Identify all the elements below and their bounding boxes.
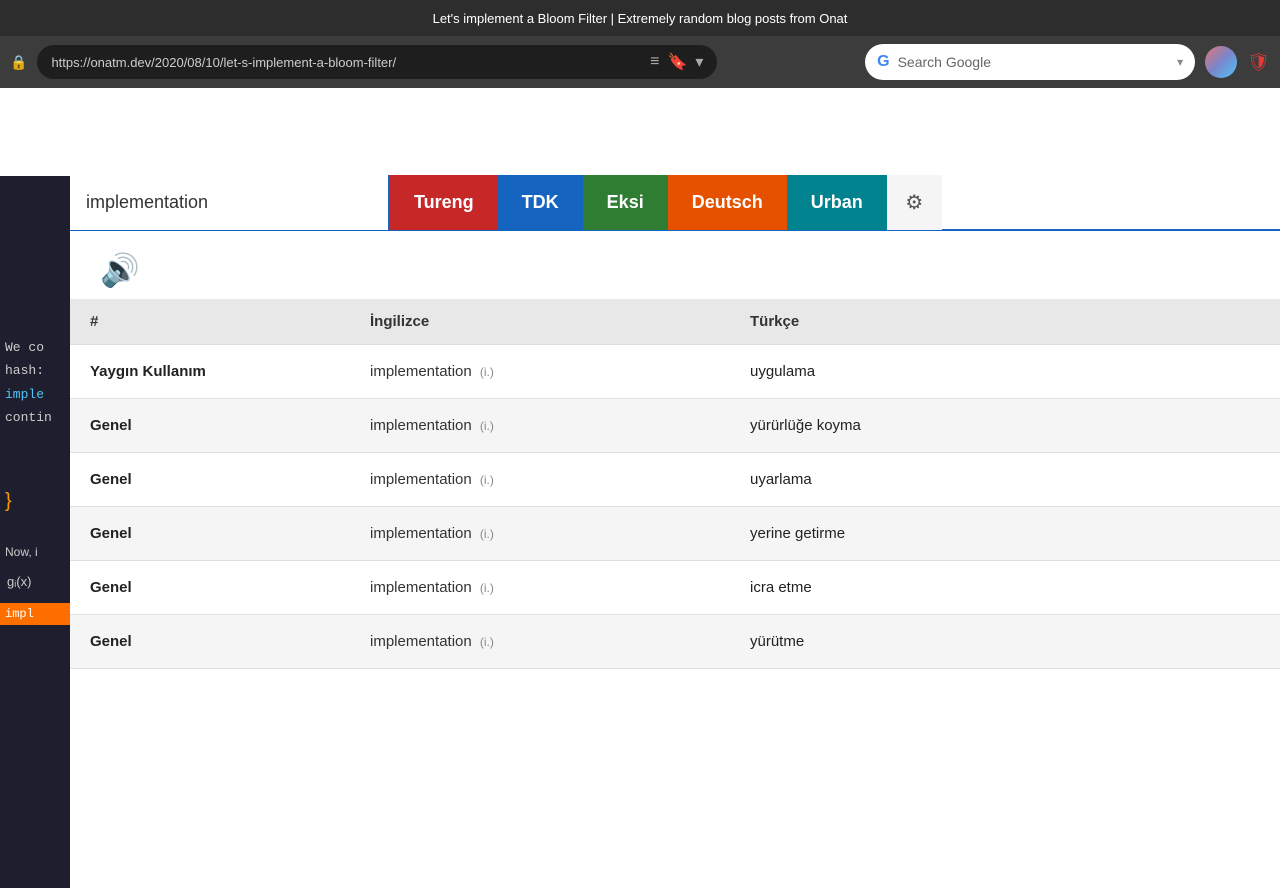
table-cell-english: implementation (i.) bbox=[350, 399, 730, 453]
dict-toolbar: Tureng TDK Eksi Deutsch Urban ⚙ bbox=[70, 176, 1280, 231]
sound-icon[interactable]: 🔊 bbox=[100, 251, 140, 289]
word-type-label: (i.) bbox=[480, 527, 494, 541]
browser-title-bar: Let's implement a Bloom Filter | Extreme… bbox=[0, 0, 1280, 36]
table-row: Genelimplementation (i.)yürürlüğe koyma bbox=[70, 399, 1280, 453]
background-blog-page: We co hash: imple contin } Now, i gᵢ(x) … bbox=[0, 176, 70, 888]
table-cell-category: Genel bbox=[70, 507, 350, 561]
address-bar-icons: ≡ 🔖 ▾ bbox=[650, 52, 703, 72]
tab-tdk[interactable]: TDK bbox=[498, 175, 583, 230]
dictionary-overlay: Tureng TDK Eksi Deutsch Urban ⚙ 🔊 bbox=[70, 176, 1280, 888]
table-cell-turkish: yürürlüğe koyma bbox=[730, 399, 1280, 453]
col-header-english: İngilizce bbox=[350, 299, 730, 345]
table-cell-turkish: yürütme bbox=[730, 615, 1280, 669]
col-header-number: # bbox=[70, 299, 350, 345]
table-cell-turkish: icra etme bbox=[730, 561, 1280, 615]
bg-line-2: hash: bbox=[5, 359, 65, 382]
word-type-label: (i.) bbox=[480, 581, 494, 595]
bookmark-icon[interactable]: 🔖 bbox=[667, 52, 687, 72]
table-cell-turkish: uyarlama bbox=[730, 453, 1280, 507]
word-type-label: (i.) bbox=[480, 473, 494, 487]
tab-urban[interactable]: Urban bbox=[787, 175, 887, 230]
settings-button[interactable]: ⚙ bbox=[887, 175, 942, 230]
tab-eksi[interactable]: Eksi bbox=[583, 175, 668, 230]
menu-icon[interactable]: ≡ bbox=[650, 53, 659, 71]
table-row: Yaygın Kullanımimplementation (i.)uygula… bbox=[70, 345, 1280, 399]
table-row: Genelimplementation (i.)icra etme bbox=[70, 561, 1280, 615]
user-avatar[interactable] bbox=[1205, 46, 1237, 78]
dict-content: 🔊 # İngilizce Türkçe Yaygın Kullanımimpl… bbox=[70, 231, 1280, 888]
browser-address-bar: 🔒 https://onatm.dev/2020/08/10/let-s-imp… bbox=[0, 36, 1280, 88]
table-cell-english: implementation (i.) bbox=[350, 561, 730, 615]
col-header-turkish: Türkçe bbox=[730, 299, 1280, 345]
tab-deutsch[interactable]: Deutsch bbox=[668, 175, 787, 230]
table-cell-category: Yaygın Kullanım bbox=[70, 345, 350, 399]
table-cell-category: Genel bbox=[70, 615, 350, 669]
table-cell-english: implementation (i.) bbox=[350, 615, 730, 669]
table-cell-category: Genel bbox=[70, 561, 350, 615]
dict-search-input[interactable] bbox=[70, 175, 390, 230]
translations-table: # İngilizce Türkçe Yaygın Kullanımimplem… bbox=[70, 299, 1280, 669]
word-type-label: (i.) bbox=[480, 419, 494, 433]
table-cell-english: implementation (i.) bbox=[350, 345, 730, 399]
table-row: Genelimplementation (i.)uyarlama bbox=[70, 453, 1280, 507]
tab-tureng[interactable]: Tureng bbox=[390, 175, 498, 230]
word-type-label: (i.) bbox=[480, 365, 494, 379]
lock-icon: 🔒 bbox=[10, 54, 27, 71]
table-cell-category: Genel bbox=[70, 399, 350, 453]
bg-line-3: imple bbox=[5, 383, 65, 406]
google-logo: G bbox=[877, 53, 889, 71]
bg-blog-text: Now, i gᵢ(x) bbox=[0, 543, 70, 593]
bg-code-text: We co hash: imple contin bbox=[0, 176, 70, 430]
url-bar[interactable]: https://onatm.dev/2020/08/10/let-s-imple… bbox=[37, 45, 717, 79]
bg-line-1: We co bbox=[5, 336, 65, 359]
table-row: Genelimplementation (i.)yürütme bbox=[70, 615, 1280, 669]
table-cell-english: implementation (i.) bbox=[350, 507, 730, 561]
word-type-label: (i.) bbox=[480, 635, 494, 649]
table-row: Genelimplementation (i.)yerine getirme bbox=[70, 507, 1280, 561]
shield-icon[interactable]: 🛡 bbox=[1247, 52, 1270, 73]
bg-now-text: Now, i bbox=[5, 543, 65, 562]
bg-math-formula: gᵢ(x) bbox=[5, 572, 65, 593]
url-text: https://onatm.dev/2020/08/10/let-s-imple… bbox=[51, 55, 642, 70]
bg-closing-brace: } bbox=[5, 490, 70, 513]
table-cell-turkish: yerine getirme bbox=[730, 507, 1280, 561]
bg-line-4: contin bbox=[5, 406, 65, 429]
table-cell-english: implementation (i.) bbox=[350, 453, 730, 507]
dict-word-header: 🔊 bbox=[70, 231, 1280, 299]
search-input[interactable]: Search Google bbox=[898, 54, 1170, 70]
dropdown-arrow-icon[interactable]: ▾ bbox=[695, 52, 703, 72]
table-header-row: # İngilizce Türkçe bbox=[70, 299, 1280, 345]
bg-code-snippet: impl bbox=[0, 603, 70, 625]
search-dropdown-icon[interactable]: ▾ bbox=[1177, 55, 1183, 69]
table-cell-category: Genel bbox=[70, 453, 350, 507]
table-cell-turkish: uygulama bbox=[730, 345, 1280, 399]
page-title: Let's implement a Bloom Filter | Extreme… bbox=[433, 11, 848, 26]
google-search-bar[interactable]: G Search Google ▾ bbox=[865, 44, 1195, 80]
